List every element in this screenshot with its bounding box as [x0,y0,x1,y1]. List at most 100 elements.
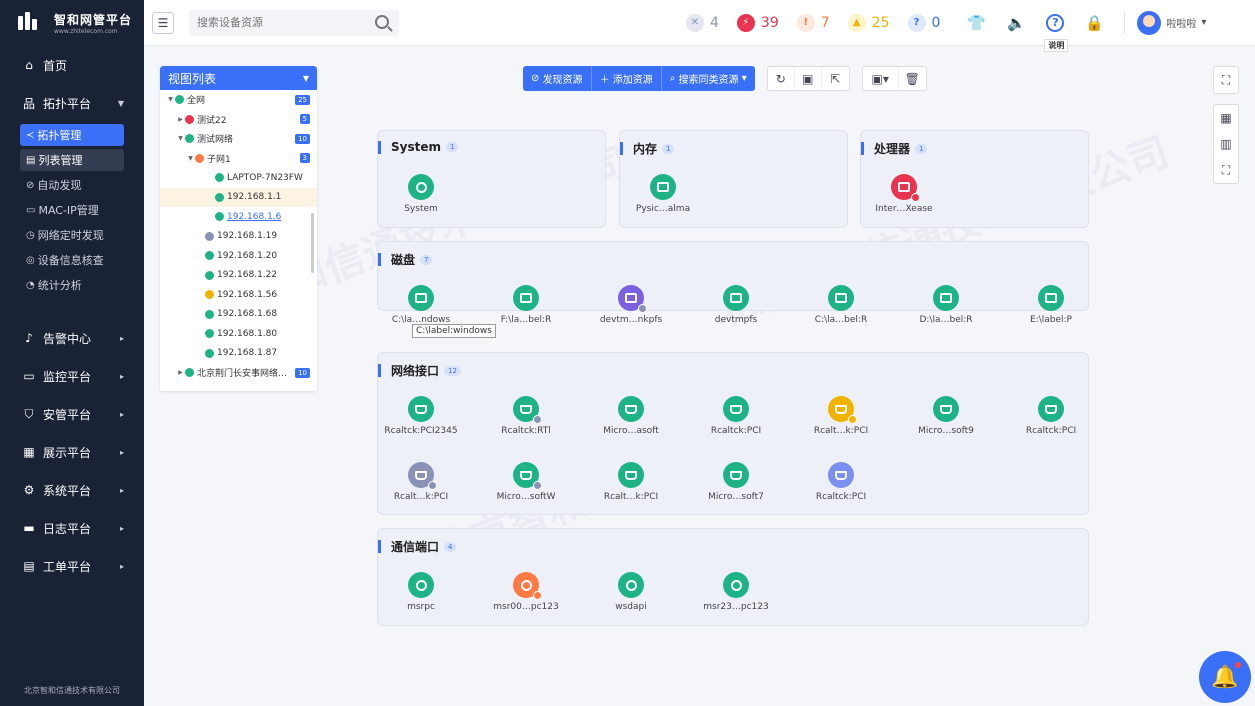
resource-node[interactable]: System [378,174,464,214]
sidebar-subitem[interactable]: ▭ MAC-IP管理 [20,199,124,221]
resource-node[interactable]: Micro…asoft [588,396,674,436]
tree-node[interactable]: ▼ 测试网络 10 [160,129,317,149]
resource-node[interactable]: msrpc [378,572,464,612]
resource-node[interactable]: msr23…pc123 [693,572,779,612]
tree-node[interactable]: LAPTOP-7N23FW [160,168,317,188]
sidebar-item[interactable]: ▬ 日志平台 ▸ [0,509,144,547]
tree-node[interactable]: 192.168.1.56 [160,285,317,305]
caret-down-icon[interactable]: ▼ [186,155,195,162]
tree-node[interactable]: 192.168.1.6 [160,207,317,227]
resource-node[interactable]: msr00…pc123 [483,572,569,612]
sidebar-item[interactable]: ▭ 监控平台 ▸ [0,357,144,395]
resource-node[interactable]: Rcaltck:PCI2345 [378,396,464,436]
resource-node[interactable]: Rcalt…k:PCI [378,462,464,502]
tree-node[interactable]: 192.168.1.80 [160,324,317,344]
service-icon [408,572,434,598]
chevron-right-icon: ▸ [119,485,124,495]
tree-node[interactable]: ▶ 测试22 5 [160,110,317,130]
tree-node[interactable]: 192.168.1.87 [160,344,317,364]
resource-node[interactable]: E:\label:P [1008,285,1094,325]
warning-alert-counter[interactable]: ▲ 25 [847,13,890,32]
discover-resource-button[interactable]: ⊘ 发现资源 [523,66,592,91]
notification-fab[interactable]: 🔔 [1199,651,1251,703]
tree-node[interactable]: 192.168.1.1 [160,187,317,207]
tree-node[interactable]: 192.168.1.68 [160,305,317,325]
resource-node[interactable]: Rcalt…k:PCI [588,462,674,502]
resource-node[interactable]: Rcaltck:PCI [1008,396,1094,436]
caret-right-icon[interactable]: ▶ [176,369,185,376]
sidebar-item[interactable]: 品拓扑平台 ▼ [0,84,144,122]
resource-tooltip: C:\label:windows [412,324,496,338]
sidebar-item[interactable]: ♪ 告警中心 ▸ [0,319,144,357]
layout-alt-icon[interactable]: ▥ [1214,131,1238,157]
resource-node[interactable]: Inter…Xease [861,174,947,214]
resource-node[interactable]: wsdapi [588,572,674,612]
resource-node[interactable]: Pysic…alma [620,174,706,214]
sidebar-item[interactable]: ▤ 工单平台 ▸ [0,547,144,585]
major-alert-counter[interactable]: ! 7 [796,13,830,32]
device-icon [933,285,959,311]
delete-icon[interactable]: 🗑 [899,67,926,90]
tree-node[interactable]: ▶ 北京荆门长安事网络… 10 [160,363,317,383]
layout-icon[interactable]: ▦ [1214,105,1238,131]
unknown-alert-counter[interactable]: ✕ 4 [686,13,719,32]
notification-dot [1235,662,1241,668]
sidebar: 智和网管平台 www.zhitelecom.com ⌂ 首页品拓扑平台 ▼ ≺ 拓扑管… [0,0,144,706]
tree-node[interactable]: ▼ 全网 25 [160,90,317,110]
menu-toggle-button[interactable]: ☰ [152,11,174,34]
resource-node[interactable]: C:\la…bel:R [798,285,884,325]
sidebar-item[interactable]: ⌂ 首页 [0,46,144,84]
tree-node[interactable]: 192.168.1.22 [160,266,317,286]
list-icon: ▤ [26,154,36,166]
resource-node[interactable]: Rcaltck:PCI [693,396,779,436]
help-icon[interactable]: ? 说明 [1044,13,1069,52]
tree-node[interactable]: 192.168.1.19 [160,227,317,247]
resource-node[interactable]: Rcalt…k:PCI [798,396,884,436]
add-resource-button[interactable]: ＋ 添加资源 [592,66,662,91]
sidebar-subitem[interactable]: ⊘ 自动发现 [20,174,124,196]
fullscreen-icon[interactable]: ⛶ [1214,67,1238,93]
avatar[interactable] [1137,10,1162,35]
sound-icon[interactable]: 🔈 [1006,13,1026,33]
sidebar-subitem[interactable]: ▤ 列表管理 [20,149,124,171]
sidebar-item[interactable]: ▦ 展示平台 ▸ [0,433,144,471]
resource-node[interactable]: Micro…soft7 [693,462,779,502]
resource-node[interactable]: F:\la…bel:R [483,285,569,325]
search-same-resource-button[interactable]: ⌕ 搜索同类资源 ▾ [662,66,755,91]
caret-down-icon[interactable]: ▼ [176,135,185,142]
search-input[interactable] [197,16,367,29]
fit-view-icon[interactable]: ⛶ [1214,157,1238,183]
search-icon[interactable] [375,14,389,29]
skin-icon[interactable]: 👕 [966,13,986,33]
export-icon[interactable]: ⇱ [822,67,849,90]
sidebar-subitem[interactable]: ◷ 网络定时发现 [20,224,124,246]
tree-scrollbar[interactable] [311,213,314,273]
lock-icon[interactable]: 🔒 [1084,13,1104,33]
caret-right-icon[interactable]: ▶ [176,116,185,123]
save-as-icon[interactable]: ▣▾ [863,67,899,90]
refresh-icon[interactable]: ↻ [768,67,795,90]
critical-alert-counter[interactable]: ⚡ 39 [736,13,779,32]
resource-node[interactable]: Micro…soft9 [903,396,989,436]
tree-node[interactable]: ▼ 子网1 3 [160,149,317,169]
resource-node[interactable]: Rcaltck:RTl [483,396,569,436]
logo[interactable]: 智和网管平台 www.zhitelecom.com [0,0,144,46]
resource-node[interactable]: devtm…nkpfs [588,285,674,325]
tree-node[interactable]: 192.168.1.20 [160,246,317,266]
resource-node[interactable]: Micro…softW [483,462,569,502]
resource-node[interactable]: devtmpfs [693,285,779,325]
caret-down-icon[interactable]: ▼ [166,96,175,103]
network-port-icon [828,396,857,424]
save-icon[interactable]: ▣ [795,67,822,90]
sidebar-item[interactable]: ⚙ 系统平台 ▸ [0,471,144,509]
resource-node[interactable]: Rcaltck:PCI [798,462,884,502]
view-list-dropdown[interactable]: 视图列表 ▾ [160,66,317,90]
info-alert-counter[interactable]: ? 0 [907,13,940,32]
user-menu[interactable]: 啦啦啦 ▾ [1137,10,1206,35]
sidebar-subitem[interactable]: ◎ 设备信息核查 [20,249,124,271]
resource-node[interactable]: D:\la…bel:R [903,285,989,325]
sidebar-subitem[interactable]: ≺ 拓扑管理 [20,124,124,146]
sidebar-subitem[interactable]: ◔ 统计分析 [20,274,124,296]
sidebar-item[interactable]: ⛉ 安管平台 ▸ [0,395,144,433]
resource-node[interactable]: C:\la…ndows [378,285,464,325]
